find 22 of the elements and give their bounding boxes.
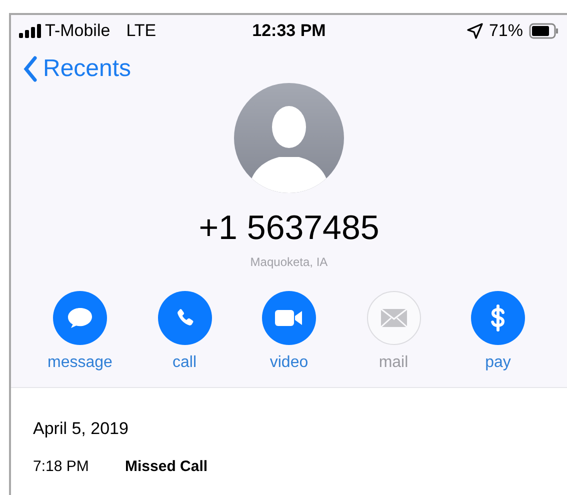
video-camera-icon: [274, 308, 304, 328]
call-date: April 5, 2019: [33, 418, 130, 440]
back-chevron-icon: [23, 56, 37, 82]
carrier-name: T-Mobile: [45, 20, 110, 42]
signal-icon: [19, 24, 41, 38]
video-button[interactable]: video: [252, 291, 326, 371]
location-arrow-icon: [466, 23, 483, 39]
speech-bubble-icon: [67, 306, 93, 330]
back-button[interactable]: Recents: [23, 51, 132, 87]
call-type: Missed Call: [125, 456, 208, 476]
envelope-icon: [380, 308, 408, 328]
network-type: LTE: [126, 20, 156, 42]
dollar-icon: [489, 304, 507, 332]
phone-number: +1 5637485: [198, 211, 380, 245]
battery-icon: [528, 23, 559, 39]
call-button[interactable]: call: [148, 291, 222, 371]
pay-button[interactable]: pay: [461, 291, 535, 371]
battery-percent: 71%: [488, 20, 523, 42]
message-button[interactable]: message: [43, 291, 117, 371]
location: Maquoketa, IA: [250, 254, 328, 271]
call-time: 7:18 PM: [33, 456, 90, 476]
status-time: 12:33 PM: [252, 20, 326, 42]
